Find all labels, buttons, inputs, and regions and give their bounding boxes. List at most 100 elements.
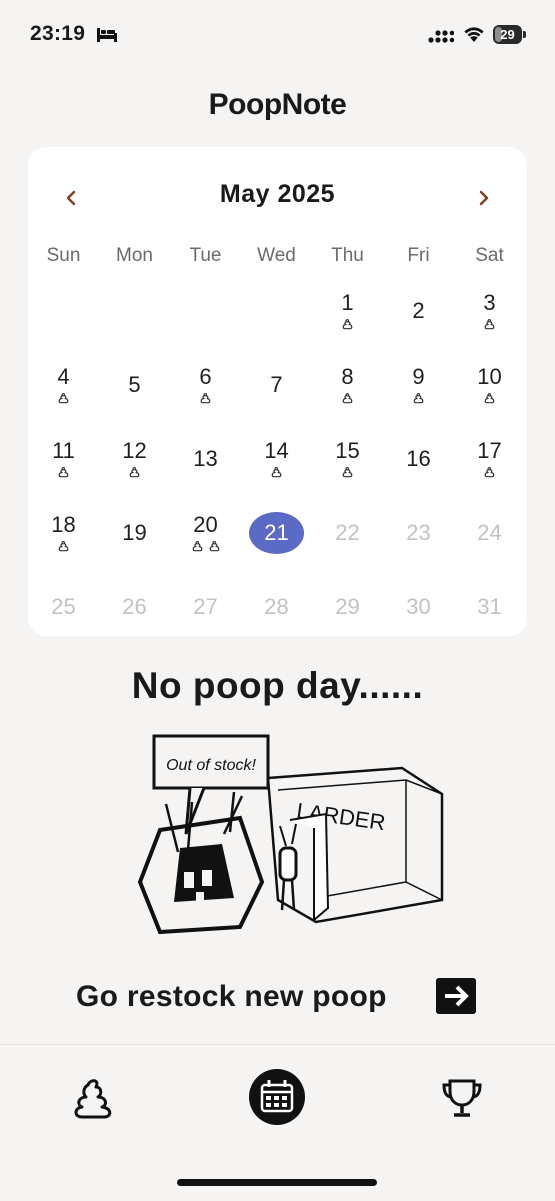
weekday-header: Sun Mon Tue Wed Thu Fri Sat [28, 245, 527, 271]
day-cell[interactable]: 2 [383, 274, 454, 348]
day-cell-today[interactable]: 21 [241, 496, 312, 570]
day-cell[interactable]: 11 [28, 422, 99, 496]
days-grid: 1 2 3 4 5 6 7 8 9 10 11 12 13 14 15 16 17 18 19 20 21 22 23 24 2… [28, 274, 527, 644]
day-cell[interactable]: 9 [383, 348, 454, 422]
signal-icon [428, 30, 454, 43]
calendar-card: May 2025 Sun Mon Tue Wed Thu Fri Sat 123456789… [28, 147, 527, 636]
day-cell[interactable]: 8 [312, 348, 383, 422]
day-number: 16 [406, 446, 431, 471]
bed-icon [97, 28, 117, 42]
day-number: 22 [335, 520, 360, 545]
weekday-label: Sun [46, 245, 81, 266]
poop-marks [57, 392, 70, 406]
day-cell[interactable]: 15 [312, 422, 383, 496]
poop-marks [412, 392, 425, 406]
day-number: 29 [335, 594, 360, 619]
day-number: 25 [51, 594, 76, 619]
poop-marks [57, 540, 70, 554]
day-cell[interactable]: 7 [241, 348, 312, 422]
day-number: 5 [128, 372, 141, 397]
empty-day-cell [99, 274, 170, 348]
month-title: May 2025 [219, 180, 336, 208]
day-cell[interactable]: 17 [454, 422, 525, 496]
trophy-icon[interactable] [432, 1067, 492, 1127]
today-highlight: 21 [249, 512, 304, 554]
day-cell[interactable]: 3 [454, 274, 525, 348]
poop-mark-icon [484, 467, 495, 478]
day-cell[interactable]: 18 [28, 496, 99, 570]
day-cell[interactable]: 12 [99, 422, 170, 496]
poop-mark-icon [58, 467, 69, 478]
day-cell[interactable]: 1 [312, 274, 383, 348]
day-number: 11 [52, 438, 75, 463]
empty-day-cell [28, 274, 99, 348]
poop-marks [483, 466, 496, 480]
day-number: 18 [51, 512, 76, 537]
wifi-icon [464, 27, 484, 42]
poop-marks [483, 392, 496, 406]
weekday-label: Sat [475, 245, 504, 266]
restock-button[interactable]: Go restock new poop [76, 975, 486, 1019]
day-cell[interactable]: 10 [454, 348, 525, 422]
poop-marks [341, 466, 354, 480]
calendar-header: May 2025 [28, 147, 527, 243]
day-number: 21 [264, 520, 289, 545]
day-cell: 22 [312, 496, 383, 570]
day-cell[interactable]: 5 [99, 348, 170, 422]
poop-mark-icon [484, 319, 495, 330]
day-cell[interactable]: 20 [170, 496, 241, 570]
poop-marks [341, 318, 354, 332]
poop-marks [128, 466, 141, 480]
day-number: 27 [193, 594, 218, 619]
day-number: 30 [406, 594, 431, 619]
day-cell: 26 [99, 570, 170, 644]
weekday-label: Mon [116, 245, 153, 266]
day-number: 9 [412, 364, 425, 389]
poop-marks [57, 466, 70, 480]
empty-day-cell [170, 274, 241, 348]
day-cell: 24 [454, 496, 525, 570]
weekday-label: Wed [257, 245, 296, 266]
poop-mark-icon [342, 393, 353, 404]
poop-marks [270, 466, 283, 480]
day-cell: 31 [454, 570, 525, 644]
day-cell[interactable]: 6 [170, 348, 241, 422]
out-of-stock-illustration: Out of stock! LARDER [137, 734, 444, 935]
day-number: 4 [57, 364, 70, 389]
empty-state-title: No poop day...... [131, 665, 424, 706]
day-number: 6 [199, 364, 212, 389]
day-cell: 28 [241, 570, 312, 644]
day-number: 31 [477, 594, 502, 619]
day-number: 7 [270, 372, 283, 397]
weekday-label: Tue [189, 245, 222, 266]
day-number: 13 [193, 446, 218, 471]
battery-icon: 29 [493, 25, 526, 44]
poop-mark-icon [413, 393, 424, 404]
day-cell[interactable]: 16 [383, 422, 454, 496]
poop-mark-icon [192, 541, 202, 552]
day-cell: 27 [170, 570, 241, 644]
day-number: 28 [264, 594, 289, 619]
home-indicator[interactable] [177, 1179, 377, 1186]
day-number: 15 [335, 438, 360, 463]
day-cell[interactable]: 14 [241, 422, 312, 496]
poop-mark-icon [271, 467, 282, 478]
day-cell[interactable]: 4 [28, 348, 99, 422]
weekday-label: Thu [331, 245, 364, 266]
day-cell[interactable]: 19 [99, 496, 170, 570]
next-month-button[interactable] [469, 183, 499, 213]
day-number: 23 [406, 520, 431, 545]
poop-marks [191, 540, 221, 554]
day-cell[interactable]: 13 [170, 422, 241, 496]
day-number: 1 [341, 290, 354, 315]
battery-percent: 29 [500, 27, 515, 42]
calendar-icon[interactable] [247, 1067, 307, 1127]
restock-button-label: Go restock new poop [76, 980, 387, 1013]
speech-bubble-text: Out of stock! [166, 757, 256, 774]
status-bar: 23:19 29 [0, 0, 555, 70]
poop-mark-icon [484, 393, 495, 404]
poop-mark-icon [129, 467, 140, 478]
poop-mark-icon [342, 467, 353, 478]
status-time: 23:19 [30, 22, 86, 45]
poop-icon[interactable] [64, 1067, 124, 1127]
